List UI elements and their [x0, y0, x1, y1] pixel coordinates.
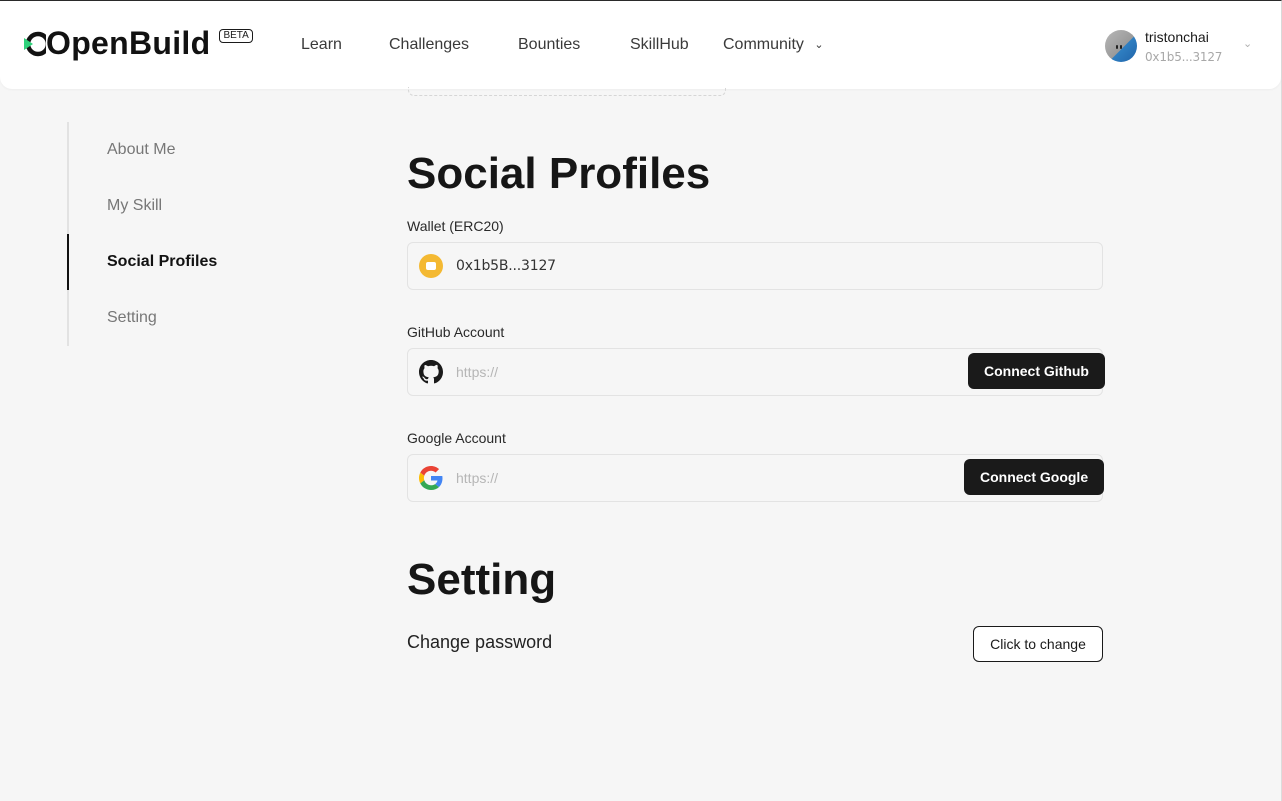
openbuild-logo[interactable]: OpenBuild BETA — [24, 25, 253, 65]
google-icon — [419, 466, 443, 490]
avatar — [1105, 30, 1137, 62]
connect-google-button[interactable]: Connect Google — [964, 459, 1105, 495]
google-label: Google Account — [407, 430, 506, 446]
nav-challenges[interactable]: Challenges — [389, 1, 469, 89]
sidebar-item-about-me[interactable]: About Me — [107, 122, 175, 178]
active-indicator — [67, 234, 69, 290]
nav-community-label: Community — [723, 36, 804, 53]
wallet-label: Wallet (ERC20) — [407, 218, 504, 234]
user-chevron-down-icon[interactable]: ⌄ — [1243, 37, 1252, 50]
github-label: GitHub Account — [407, 324, 505, 340]
sidebar-item-my-skill[interactable]: My Skill — [107, 178, 162, 234]
user-name: tristonchai — [1145, 29, 1209, 45]
top-header: OpenBuild BETA Learn Challenges Bounties… — [0, 1, 1281, 89]
change-password-button[interactable]: Click to change — [973, 626, 1103, 662]
beta-badge: BETA — [219, 29, 253, 43]
github-url-input[interactable]: https:// — [456, 364, 498, 380]
logo-mark-icon — [24, 31, 46, 57]
sidebar-item-setting[interactable]: Setting — [107, 290, 157, 346]
github-field: https:// Connect Github — [407, 348, 1105, 396]
github-icon — [419, 360, 443, 384]
nav-community[interactable]: Community ⌄ — [723, 1, 824, 89]
setting-title: Setting — [407, 555, 557, 604]
change-password-label: Change password — [407, 632, 553, 652]
brand-name: OpenBuild — [46, 25, 211, 61]
wallet-address: 0x1b5B...3127 — [456, 258, 556, 274]
nav-skillhub[interactable]: SkillHub — [630, 1, 689, 89]
connect-github-button[interactable]: Connect Github — [968, 353, 1105, 389]
user-address: 0x1b5...3127 — [1145, 50, 1223, 64]
chevron-down-icon: ⌄ — [814, 39, 824, 51]
google-url-input[interactable]: https:// — [456, 470, 498, 486]
sidebar-item-social-profiles[interactable]: Social Profiles — [107, 234, 217, 290]
wallet-icon — [419, 254, 443, 278]
scrolled-card-edge — [408, 87, 726, 96]
settings-sidebar: About Me My Skill Social Profiles Settin… — [67, 122, 267, 346]
social-profiles-title: Social Profiles — [407, 149, 711, 198]
wallet-field: 0x1b5B...3127 — [407, 242, 1103, 290]
nav-bounties[interactable]: Bounties — [518, 1, 580, 89]
google-field: https:// Connect Google — [407, 454, 1105, 502]
nav-learn[interactable]: Learn — [301, 1, 342, 89]
